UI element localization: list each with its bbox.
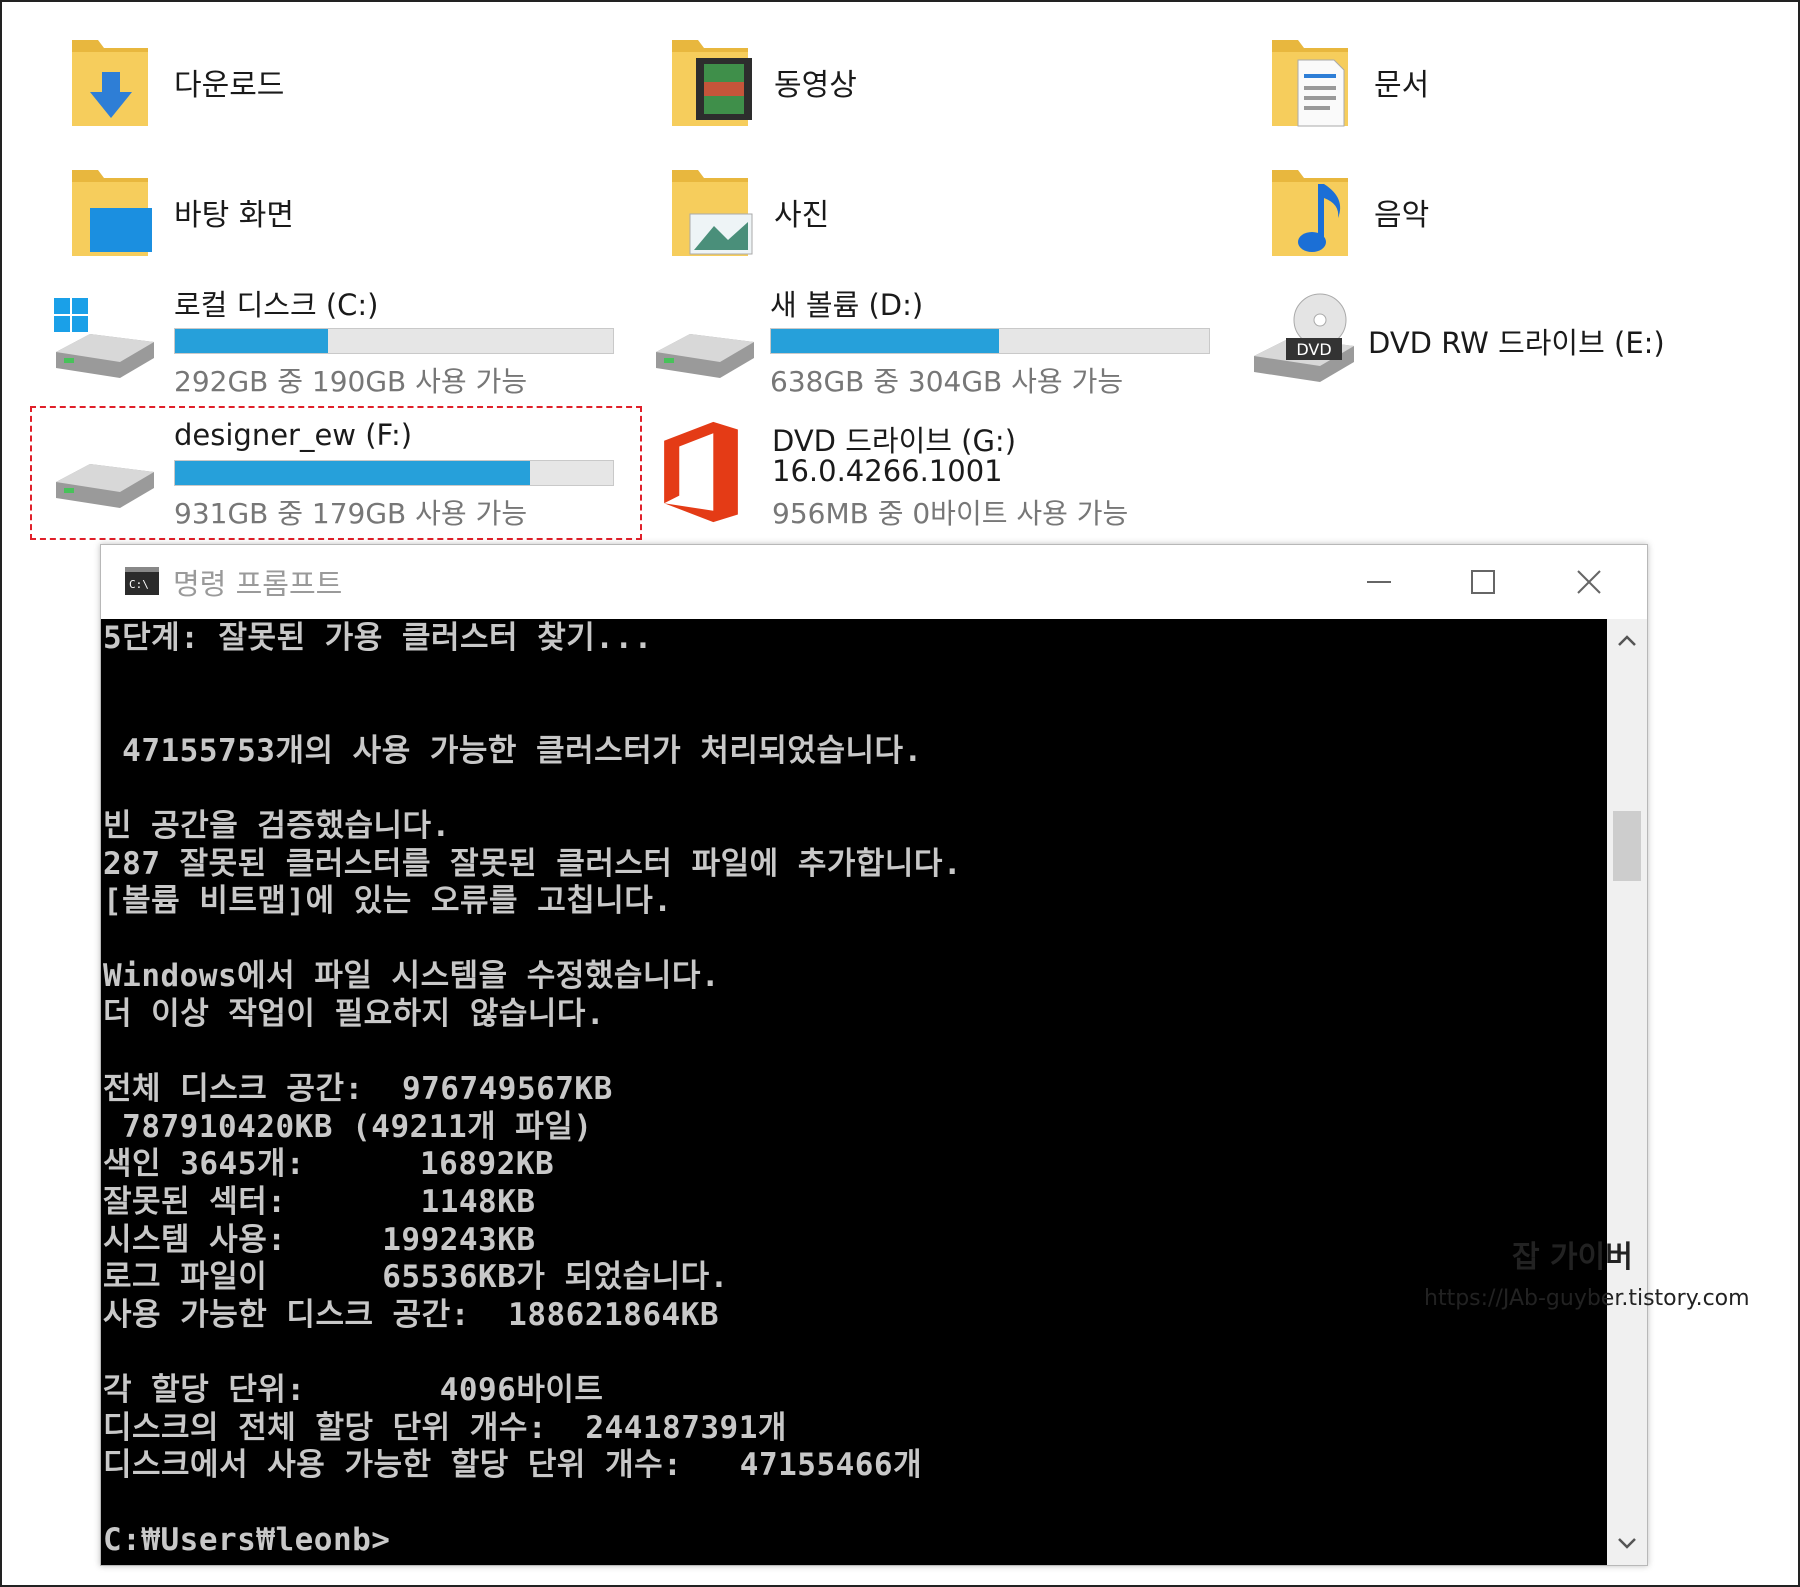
console-line: 전체 디스크 공간: 976749567KB: [103, 1071, 613, 1108]
console-line: 47155753개의 사용 가능한 클러스터가 처리되었습니다.: [103, 732, 923, 769]
folder-label: 문서: [1374, 68, 1430, 103]
usage-bar-fill: [175, 329, 329, 353]
console-line: 색인 3645개: 16892KB: [103, 1146, 555, 1183]
console-line: 디스크에서 사용 가능한 할당 단위 개수: 47155466개: [103, 1447, 923, 1484]
close-button[interactable]: [1559, 555, 1619, 609]
download-folder-icon: [72, 40, 148, 126]
console-line: C:₩Users₩leonb>: [103, 1522, 391, 1559]
watermark-url: https://JAb-guyber.tistory.com: [1424, 1286, 1750, 1311]
windows-drive-icon: [54, 298, 154, 378]
folder-label: 사진: [774, 198, 830, 233]
drive-c[interactable]: 로컬 디스크 (C:) 292GB 중 190GB 사용 가능: [50, 284, 630, 400]
console-line: 로그 파일이 65536KB가 되었습니다.: [103, 1259, 729, 1296]
desktop-folder-icon: [72, 170, 152, 256]
cmd-icon: C:\: [125, 567, 159, 595]
command-prompt-window[interactable]: C:\ 명령 프롬프트 5단계: 잘못된 가용 클러스터 찾기... 47155…: [100, 544, 1648, 1566]
console-line: Windows에서 파일 시스템을 수정했습니다.: [103, 958, 721, 995]
console-line: 각 할당 단위: 4096바이트: [103, 1372, 604, 1408]
drive-free-space: 956MB 중 0바이트 사용 가능: [772, 497, 1129, 530]
music-folder-icon: [1272, 170, 1348, 256]
drive-g[interactable]: DVD 드라이브 (G:) 16.0.4266.1001 956MB 중 0바이…: [652, 414, 1272, 534]
dvd-badge: DVD: [1296, 340, 1331, 359]
scroll-thumb[interactable]: [1613, 811, 1641, 881]
folder-label: 동영상: [774, 68, 857, 103]
console-output[interactable]: 5단계: 잘못된 가용 클러스터 찾기... 47155753개의 사용 가능한…: [101, 619, 1607, 1565]
folder-label: 바탕 화면: [174, 198, 294, 233]
explorer-window: 다운로드 동영상 문서 바탕 화면 사진 음악 로컬 디스크 (C:) 292G…: [0, 0, 1800, 1587]
drive-name: 로컬 디스크 (C:): [174, 288, 379, 322]
console-line: 287 잘못된 클러스터를 잘못된 클러스터 파일에 추가합니다.: [103, 845, 963, 882]
hard-drive-icon: [656, 334, 754, 378]
console-line: [볼륨 비트맵]에 있는 오류를 고칩니다.: [103, 883, 673, 920]
dvd-drive-icon: DVD: [1254, 293, 1354, 382]
drive-name: 새 볼륨 (D:): [770, 288, 924, 322]
folder-label: 음악: [1374, 198, 1430, 233]
console-line: 787910420KB (49211개 파일): [103, 1108, 593, 1145]
vertical-scrollbar[interactable]: [1607, 619, 1647, 1565]
pictures-folder-icon: [672, 170, 753, 256]
usage-bar: [174, 328, 614, 354]
videos-folder-icon: [672, 40, 752, 126]
folder-videos[interactable]: 동영상: [662, 30, 1162, 140]
window-title: 명령 프롬프트: [173, 567, 343, 601]
minimize-button[interactable]: [1349, 555, 1409, 609]
documents-folder-icon: [1272, 40, 1348, 127]
folder-downloads[interactable]: 다운로드: [62, 30, 562, 140]
usage-bar: [770, 328, 1210, 354]
folder-pictures[interactable]: 사진: [662, 160, 1162, 270]
folder-label: 다운로드: [174, 68, 285, 103]
maximize-icon: [1471, 570, 1495, 594]
console-line: 5단계: 잘못된 가용 클러스터 찾기...: [103, 620, 653, 656]
folder-music[interactable]: 음악: [1262, 160, 1762, 270]
console-line: 더 이상 작업이 필요하지 않습니다.: [103, 996, 606, 1032]
drive-free-space: 292GB 중 190GB 사용 가능: [174, 365, 528, 398]
console-line: 디스크의 전체 할당 단위 개수: 244187391개: [103, 1409, 787, 1446]
close-icon: [1577, 570, 1601, 594]
console-line: 시스템 사용: 199243KB: [103, 1221, 536, 1258]
minimize-icon: [1367, 581, 1391, 583]
watermark-title: 잡 가이버: [1512, 1240, 1633, 1275]
scroll-down-icon[interactable]: [1607, 1529, 1647, 1559]
scroll-up-icon[interactable]: [1607, 625, 1647, 655]
console-line: 잘못된 섹터: 1148KB: [103, 1184, 536, 1220]
cmd-icon-text: C:\: [129, 578, 149, 591]
drive-d[interactable]: 새 볼륨 (D:) 638GB 중 304GB 사용 가능: [650, 284, 1230, 400]
cmd-titlebar[interactable]: C:\ 명령 프롬프트: [101, 545, 1647, 619]
drive-e[interactable]: DVD DVD RW 드라이브 (E:): [1250, 284, 1770, 400]
console-line: 빈 공간을 검증했습니다.: [103, 808, 451, 844]
drive-free-space: 638GB 중 304GB 사용 가능: [770, 365, 1124, 398]
console-line: 사용 가능한 디스크 공간: 188621864KB: [103, 1296, 719, 1333]
usage-bar-fill: [771, 329, 999, 353]
drive-version: 16.0.4266.1001: [772, 454, 1003, 488]
highlight-box: [30, 406, 642, 540]
folder-desktop[interactable]: 바탕 화면: [62, 160, 562, 270]
drive-name: DVD RW 드라이브 (E:): [1368, 326, 1665, 360]
folder-documents[interactable]: 문서: [1262, 30, 1762, 140]
maximize-button[interactable]: [1453, 555, 1513, 609]
office-icon: [664, 421, 738, 523]
